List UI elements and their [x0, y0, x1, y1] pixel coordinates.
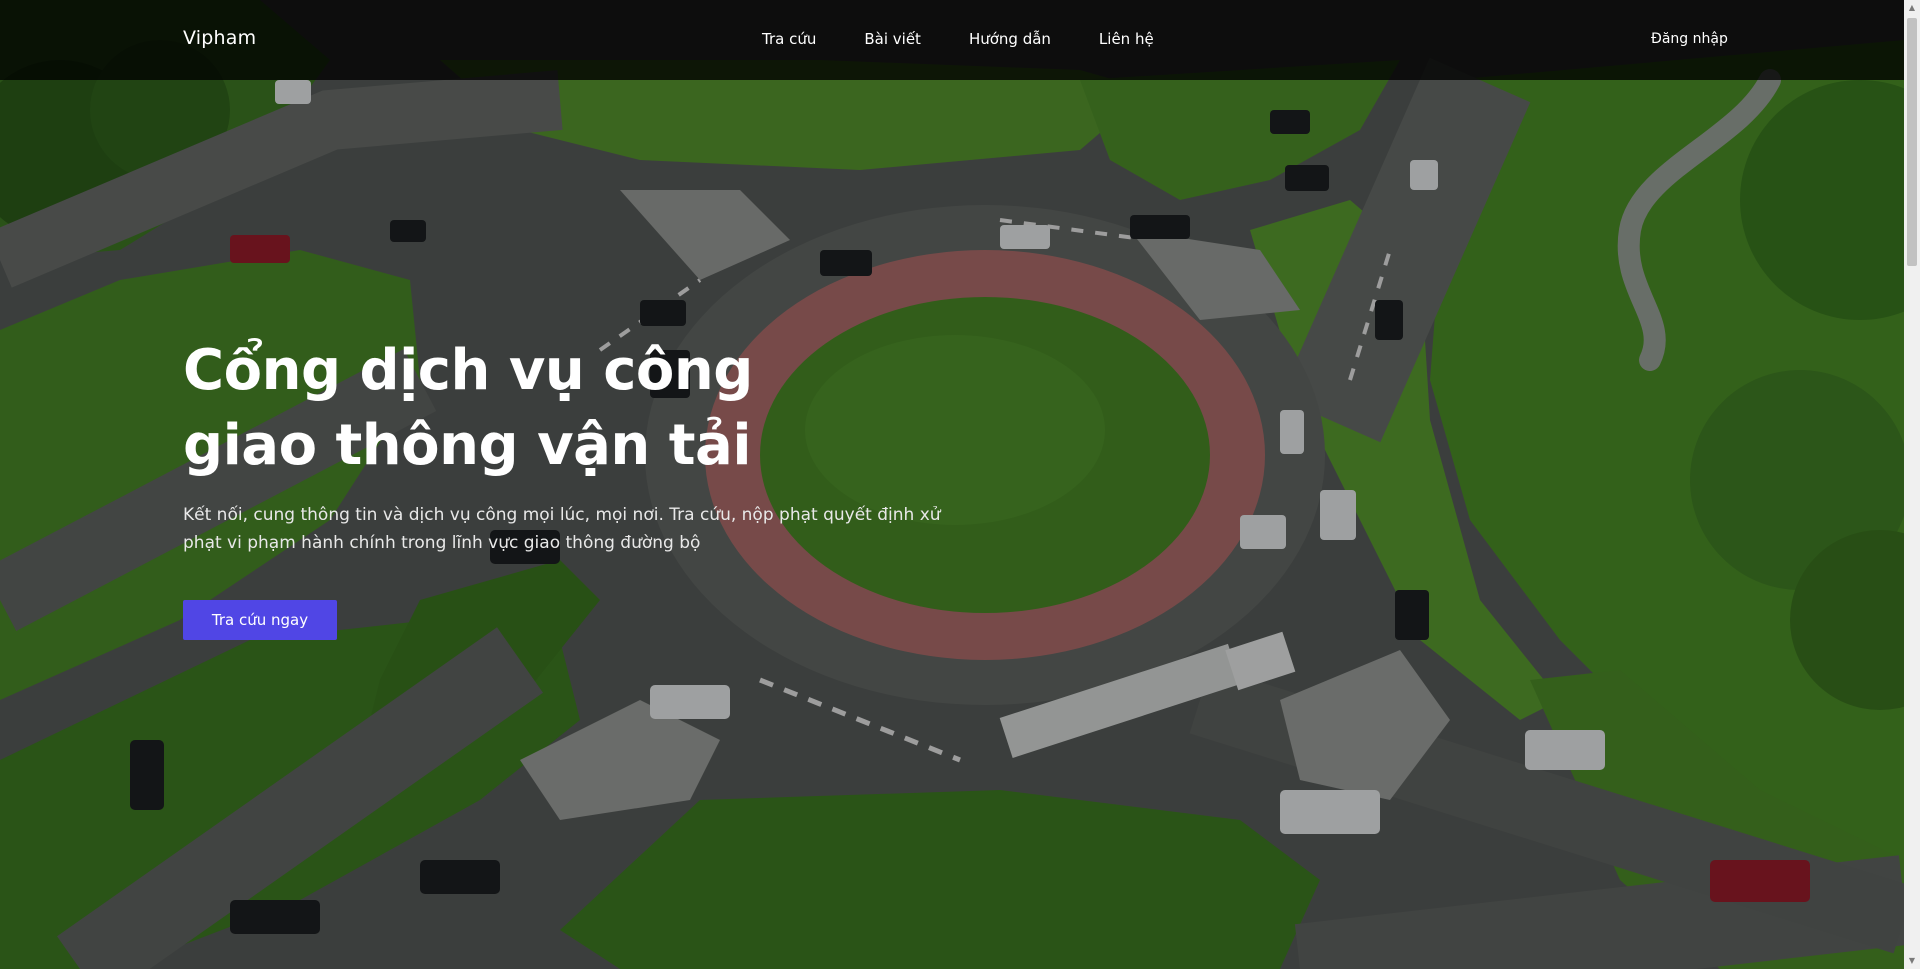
scroll-down-arrow-icon[interactable]: ▼: [1904, 953, 1920, 969]
hero-title: Cổng dịch vụ công giao thông vận tải: [183, 338, 753, 478]
nav-link-bai-viet[interactable]: Bài viết: [864, 30, 921, 48]
page-scrollbar[interactable]: ▲ ▼: [1904, 0, 1920, 969]
navbar: Vipham Tra cứu Bài viết Hướng dẫn Liên h…: [0, 0, 1904, 80]
search-now-button[interactable]: Tra cứu ngay: [183, 600, 337, 640]
hero-description: Kết nối, cung thông tin và dịch vụ công …: [183, 505, 941, 553]
scroll-up-arrow-icon[interactable]: ▲: [1904, 0, 1920, 16]
nav-link-tra-cuu[interactable]: Tra cứu: [762, 30, 816, 48]
brand-logo[interactable]: Vipham: [183, 27, 256, 49]
page: Vipham Tra cứu Bài viết Hướng dẫn Liên h…: [0, 0, 1920, 969]
nav-link-lien-he[interactable]: Liên hệ: [1099, 30, 1154, 48]
scroll-thumb[interactable]: [1907, 18, 1917, 266]
main-nav: Tra cứu Bài viết Hướng dẫn Liên hệ: [762, 30, 1154, 48]
nav-link-huong-dan[interactable]: Hướng dẫn: [969, 30, 1051, 48]
hero-section: Cổng dịch vụ công giao thông vận tải Kết…: [183, 333, 983, 640]
login-link[interactable]: Đăng nhập: [1651, 31, 1728, 47]
